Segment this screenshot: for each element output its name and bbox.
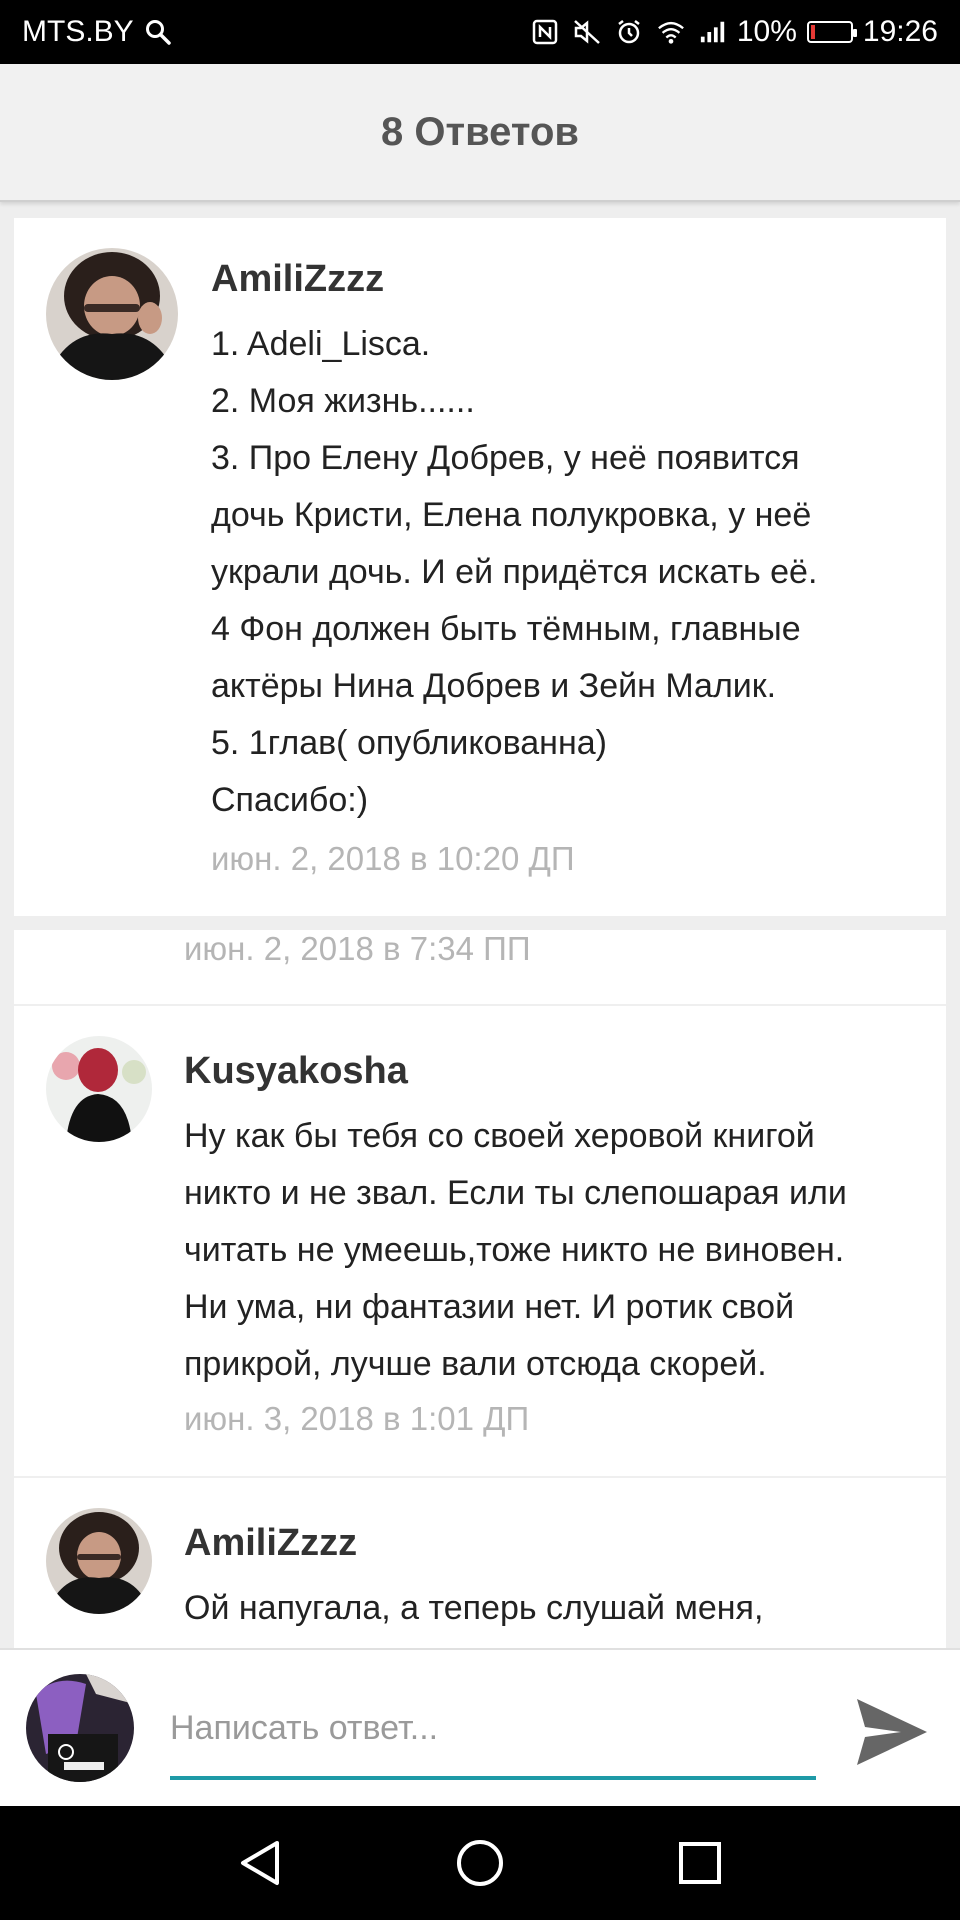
reply-input-underline bbox=[170, 1776, 816, 1780]
home-icon bbox=[457, 1840, 503, 1886]
author-name[interactable]: AmiliZzzz bbox=[211, 258, 384, 301]
battery-icon bbox=[806, 21, 857, 43]
avatar bbox=[26, 1674, 134, 1782]
status-right: 10% 19:26 bbox=[531, 15, 938, 49]
clock: 19:26 bbox=[862, 15, 938, 48]
replies-list: июн. 2, 2018 в 7:34 ПП Kusyakosha Ну как… bbox=[14, 930, 946, 1650]
search-icon bbox=[144, 18, 172, 46]
carrier-label: MTS.BY bbox=[22, 15, 134, 48]
home-button[interactable] bbox=[445, 1828, 515, 1898]
status-icons bbox=[531, 18, 727, 46]
page-title: 8 Ответов bbox=[381, 109, 579, 154]
post-timestamp: июн. 2, 2018 в 10:20 ДП bbox=[211, 840, 575, 877]
recents-icon bbox=[679, 1842, 721, 1884]
reply-timestamp: июн. 2, 2018 в 7:34 ПП bbox=[184, 930, 531, 967]
app-header: 8 Ответов bbox=[0, 64, 960, 202]
divider bbox=[14, 1476, 946, 1478]
battery-percent: 10% bbox=[736, 15, 797, 48]
reply-bar bbox=[0, 1648, 960, 1806]
mute-icon bbox=[573, 18, 601, 46]
navigation-bar bbox=[0, 1806, 960, 1920]
avatar[interactable] bbox=[46, 248, 178, 380]
back-icon bbox=[241, 1841, 279, 1885]
avatar[interactable] bbox=[46, 1036, 152, 1142]
alarm-icon bbox=[615, 18, 643, 46]
status-bar: MTS.BY 10% 19:26 bbox=[0, 0, 960, 64]
recents-button[interactable] bbox=[665, 1828, 735, 1898]
reply-input[interactable] bbox=[170, 1698, 816, 1758]
wifi-icon bbox=[657, 18, 685, 46]
original-post-card: AmiliZzzz 1. Adeli_Lisca. 2. Моя жизнь..… bbox=[14, 218, 946, 916]
send-button[interactable] bbox=[850, 1692, 934, 1772]
reply-text: Ой напугала, а теперь слушай меня, bbox=[184, 1589, 764, 1627]
author-name[interactable]: AmiliZzzz bbox=[184, 1522, 357, 1565]
nfc-icon bbox=[531, 18, 559, 46]
avatar[interactable] bbox=[46, 1508, 152, 1614]
reply-timestamp: июн. 3, 2018 в 1:01 ДП bbox=[184, 1400, 530, 1437]
status-left: MTS.BY bbox=[22, 15, 172, 49]
send-icon bbox=[857, 1699, 927, 1765]
battery-fill bbox=[810, 25, 815, 39]
back-button[interactable] bbox=[225, 1828, 295, 1898]
author-name[interactable]: Kusyakosha bbox=[184, 1050, 408, 1093]
signal-icon bbox=[699, 18, 727, 46]
divider bbox=[14, 1004, 946, 1006]
reply-text: Ну как бы тебя со своей херовой книгой н… bbox=[184, 1117, 847, 1383]
post-text: 1. Adeli_Lisca. 2. Моя жизнь...... 3. Пр… bbox=[211, 325, 818, 819]
